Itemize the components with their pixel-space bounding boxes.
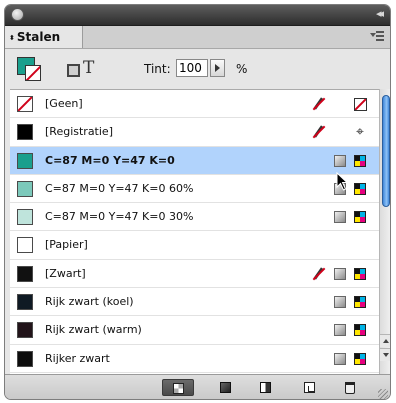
cmyk-mode-icon: [354, 182, 366, 195]
cmyk-mode-icon: [354, 211, 366, 224]
show-color-swatches-button[interactable]: [210, 379, 242, 396]
mouse-cursor-icon: [336, 172, 349, 191]
swatch-name: [Registratie]: [45, 125, 113, 139]
swatch-color-chip: [17, 294, 33, 311]
tint-unit: %: [236, 62, 248, 76]
swatch-color-chip: [17, 237, 33, 254]
vertical-scrollbar[interactable]: [379, 89, 390, 374]
swatch-color-chip: [17, 265, 33, 282]
swatch-color-chip: [17, 350, 33, 367]
swatch-row[interactable]: [Papier]: [10, 231, 379, 260]
tab-toggle-icon[interactable]: ⬍: [9, 34, 15, 42]
swatch-color-chip: [17, 152, 33, 169]
formatting-affects-container-icon[interactable]: [67, 64, 80, 77]
process-color-icon: [334, 267, 346, 280]
tint-input[interactable]: [176, 59, 208, 77]
swatch-name: C=87 M=0 Y=47 K=0 30%: [45, 210, 194, 224]
color-swatches-icon: [220, 382, 231, 393]
show-all-icon: [173, 383, 184, 394]
swatch-row[interactable]: C=87 M=0 Y=47 K=0 30%: [10, 203, 379, 232]
swatch-row[interactable]: C=87 M=0 Y=47 K=0: [10, 146, 379, 175]
scroll-up-icon[interactable]: [380, 334, 390, 347]
swatch-name: [Zwart]: [45, 266, 86, 280]
swatch-row[interactable]: [Geen]: [10, 90, 379, 119]
swatch-name: C=87 M=0 Y=47 K=0: [45, 153, 175, 167]
gradient-swatches-icon: [260, 382, 271, 393]
cannot-edit-icon: [312, 97, 326, 111]
registration-icon: ⌖: [356, 124, 364, 141]
swatch-name: [Papier]: [45, 238, 88, 252]
swatch-row[interactable]: [Registratie] ⌖: [10, 118, 379, 147]
cannot-edit-icon: [312, 267, 326, 281]
process-color-icon: [334, 154, 346, 167]
formatting-affects-text-icon[interactable]: T: [83, 58, 94, 78]
resize-grip-icon[interactable]: [378, 389, 388, 399]
bottom-toolbar: [5, 374, 390, 399]
cmyk-mode-icon: [354, 324, 366, 337]
process-color-icon: [334, 324, 346, 337]
process-color-icon: [334, 296, 346, 309]
cmyk-mode-icon: [354, 352, 366, 365]
swatch-color-chip: [17, 124, 33, 141]
process-color-icon: [334, 352, 346, 365]
show-all-swatches-button[interactable]: [162, 379, 194, 396]
swatch-list[interactable]: [Geen] [Registratie] ⌖ C=87 M=0 Y=47 K=0 C=8…: [10, 89, 379, 375]
swatch-color-chip: [17, 96, 33, 112]
tab-row: ⬍ Stalen: [5, 26, 390, 49]
show-gradient-swatches-button[interactable]: [250, 379, 282, 396]
swatch-color-chip: [17, 180, 33, 197]
swatch-name: Rijk zwart (warm): [45, 323, 142, 337]
fill-stroke-icon[interactable]: [17, 57, 43, 83]
swatch-row[interactable]: C=87 M=0 Y=47 K=0 60%: [10, 175, 379, 204]
new-swatch-button[interactable]: [294, 379, 326, 396]
new-swatch-icon: [304, 382, 315, 393]
scrollbar-thumb[interactable]: [382, 95, 390, 207]
swatch-name: C=87 M=0 Y=47 K=0 60%: [45, 181, 194, 195]
trash-icon: [345, 382, 355, 394]
panel-titlebar[interactable]: ◂◂: [5, 5, 390, 26]
delete-swatch-button[interactable]: [335, 379, 367, 396]
cmyk-mode-icon: [354, 296, 366, 309]
tint-label: Tint:: [144, 62, 171, 76]
panel-menu-icon[interactable]: [370, 30, 384, 42]
swatch-color-chip: [17, 322, 33, 339]
tab-label: Stalen: [16, 30, 61, 44]
swatches-toolbar: T Tint: %: [5, 49, 390, 87]
swatch-name: Rijk zwart (koel): [45, 295, 134, 309]
cmyk-mode-icon: [354, 154, 366, 167]
swatch-row[interactable]: Rijk zwart (warm): [10, 316, 379, 345]
swatch-color-chip: [17, 209, 33, 226]
swatch-row[interactable]: Rijker zwart: [10, 345, 379, 373]
collapse-icon[interactable]: ◂◂: [376, 7, 384, 20]
swatch-name: [Geen]: [45, 97, 83, 110]
cannot-edit-icon: [312, 125, 326, 139]
swatch-row[interactable]: [Zwart]: [10, 260, 379, 289]
cmyk-mode-icon: [354, 267, 366, 280]
scroll-down-icon[interactable]: [380, 348, 390, 361]
tint-slider-arrow-icon[interactable]: [210, 59, 225, 77]
swatch-name: Rijker zwart: [45, 351, 110, 365]
none-swatch-icon: [354, 98, 367, 111]
process-color-icon: [334, 211, 346, 224]
tab-swatches[interactable]: ⬍ Stalen: [5, 26, 83, 48]
swatch-row[interactable]: Rijk zwart (koel): [10, 288, 379, 317]
swatches-panel: ◂◂ ⬍Stalen T Tint: % [Geen] [Registratie]…: [4, 4, 391, 400]
stroke-swatch[interactable]: [25, 65, 41, 81]
close-icon[interactable]: [11, 8, 24, 21]
